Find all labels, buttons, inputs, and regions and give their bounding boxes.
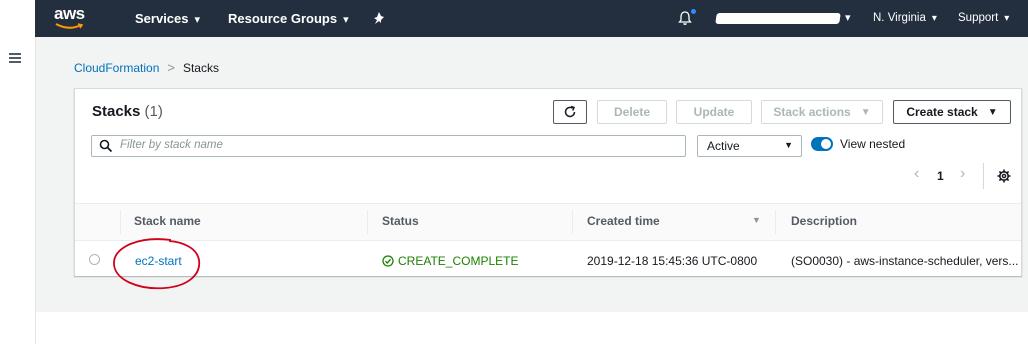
support-label: Support — [958, 12, 999, 24]
description-cell: (SO0030) - aws-instance-scheduler, vers.… — [791, 254, 1019, 268]
aws-logo-text: aws — [54, 4, 85, 23]
refresh-icon — [564, 105, 576, 118]
previous-page-button[interactable]: ‹ — [914, 165, 919, 183]
search-icon — [99, 139, 113, 153]
search-placeholder: Filter by stack name — [120, 139, 223, 151]
stack-actions-button[interactable]: Stack actions ▼ — [761, 100, 883, 124]
next-page-button[interactable]: › — [960, 165, 965, 183]
stacks-title: Stacks — [92, 103, 141, 120]
column-header-status[interactable]: Status — [382, 214, 419, 228]
create-stack-label: Create stack — [906, 105, 978, 119]
status-filter-value: Active — [707, 139, 740, 153]
hamburger-menu-icon[interactable] — [9, 53, 21, 63]
row-select-radio[interactable] — [89, 254, 100, 265]
region-label: N. Virginia — [873, 12, 926, 24]
status-text: CREATE_COMPLETE — [398, 254, 519, 268]
content-footer-area — [36, 312, 1028, 344]
update-button[interactable]: Update — [676, 100, 752, 124]
column-header-created-time[interactable]: Created time — [587, 214, 660, 228]
region-menu[interactable]: N. Virginia ▾ — [873, 12, 937, 24]
chevron-down-icon: ▾ — [194, 14, 201, 26]
sort-descending-icon[interactable]: ▼ — [752, 215, 761, 225]
column-divider — [775, 210, 776, 234]
resource-groups-label: Resource Groups — [228, 11, 338, 26]
column-divider — [120, 210, 121, 234]
caret-down-icon: ▼ — [784, 140, 793, 150]
page-number[interactable]: 1 — [937, 169, 944, 183]
stack-actions-label: Stack actions — [773, 105, 851, 119]
check-circle-icon — [382, 255, 394, 267]
stacks-count: (1) — [144, 103, 163, 120]
support-menu[interactable]: Support ▾ — [958, 12, 1009, 24]
toggle-knob — [821, 139, 831, 149]
services-label: Services — [135, 11, 189, 26]
view-nested-label: View nested — [840, 137, 906, 151]
status-filter-select[interactable]: Active ▼ — [697, 135, 802, 157]
breadcrumb: CloudFormation > Stacks — [74, 60, 219, 75]
annotation-ellipse — [113, 238, 200, 290]
account-name-redacted[interactable] — [715, 13, 841, 24]
resource-groups-menu[interactable]: Resource Groups ▾ — [228, 11, 349, 26]
status-badge: CREATE_COMPLETE — [382, 254, 518, 268]
breadcrumb-cloudformation-link[interactable]: CloudFormation — [74, 61, 159, 75]
column-header-stack-name[interactable]: Stack name — [134, 214, 201, 228]
page-title: Stacks (1) — [92, 103, 163, 120]
chevron-down-icon: ▾ — [931, 13, 937, 24]
search-input[interactable]: Filter by stack name — [91, 135, 686, 157]
column-divider — [572, 210, 573, 234]
chevron-down-icon: ▾ — [343, 14, 349, 26]
pager-divider — [983, 163, 984, 189]
aws-smile-icon — [55, 23, 84, 29]
chevron-down-icon[interactable]: ▾ — [845, 11, 851, 24]
services-menu[interactable]: Services ▾ — [135, 11, 200, 26]
refresh-button[interactable] — [553, 100, 587, 124]
top-navigation: aws Services ▾ Resource Groups ▾ ▾ N. Virg… — [0, 0, 1028, 37]
breadcrumb-current: Stacks — [182, 61, 219, 75]
gear-icon[interactable] — [997, 169, 1011, 183]
pin-icon[interactable] — [372, 11, 386, 25]
aws-logo[interactable]: aws — [54, 4, 86, 32]
created-time-cell: 2019-12-18 15:45:36 UTC-0800 — [587, 254, 758, 268]
side-navigation — [0, 37, 36, 344]
breadcrumb-separator-icon: > — [167, 60, 175, 75]
column-header-description[interactable]: Description — [791, 214, 857, 228]
create-stack-button[interactable]: Create stack ▼ — [893, 100, 1011, 124]
caret-down-icon: ▼ — [987, 106, 998, 118]
delete-button[interactable]: Delete — [597, 100, 667, 124]
chevron-down-icon: ▾ — [1004, 13, 1010, 24]
view-nested-toggle[interactable] — [811, 137, 833, 151]
column-divider — [367, 210, 368, 234]
notification-dot — [691, 9, 696, 14]
table-header — [75, 203, 1021, 241]
caret-down-icon: ▼ — [860, 106, 871, 118]
